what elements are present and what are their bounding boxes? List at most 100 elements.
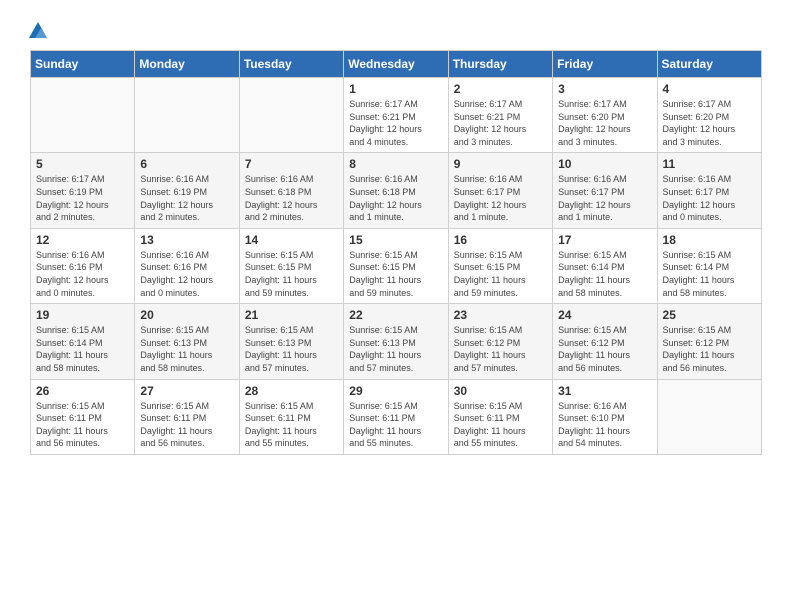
calendar-day-cell: 29Sunrise: 6:15 AM Sunset: 6:11 PM Dayli…: [344, 379, 448, 454]
day-info: Sunrise: 6:15 AM Sunset: 6:12 PM Dayligh…: [454, 324, 547, 374]
day-info: Sunrise: 6:16 AM Sunset: 6:17 PM Dayligh…: [663, 173, 756, 223]
day-number: 13: [140, 233, 233, 247]
day-number: 28: [245, 384, 338, 398]
calendar-day-cell: 4 Sunrise: 6:17 AM Sunset: 6:20 PM Daylig…: [657, 78, 761, 153]
calendar-week-row: 1 Sunrise: 6:17 AM Sunset: 6:21 PM Daylig…: [31, 78, 762, 153]
day-number: 27: [140, 384, 233, 398]
day-info: Sunrise: 6:16 AM Sunset: 6:16 PM Dayligh…: [140, 249, 233, 299]
day-number: 14: [245, 233, 338, 247]
day-number: 24: [558, 308, 651, 322]
day-number: 2: [454, 82, 547, 96]
day-info: Sunrise: 6:15 AM Sunset: 6:13 PM Dayligh…: [245, 324, 338, 374]
day-info: Sunrise: 6:16 AM Sunset: 6:18 PM Dayligh…: [349, 173, 442, 223]
day-number: 25: [663, 308, 756, 322]
day-info: Sunrise: 6:16 AM Sunset: 6:18 PM Dayligh…: [245, 173, 338, 223]
calendar-day-cell: 5 Sunrise: 6:17 AM Sunset: 6:19 PM Daylig…: [31, 153, 135, 228]
day-number: 31: [558, 384, 651, 398]
day-info: Sunrise: 6:16 AM Sunset: 6:10 PM Dayligh…: [558, 400, 651, 450]
day-number: 10: [558, 157, 651, 171]
day-number: 6: [140, 157, 233, 171]
day-number: 21: [245, 308, 338, 322]
calendar-day-cell: 19 Sunrise: 6:15 AM Sunset: 6:14 PM Dayli…: [31, 304, 135, 379]
calendar-day-cell: 30 Sunrise: 6:15 AM Sunset: 6:11 PM Dayli…: [448, 379, 552, 454]
day-info: Sunrise: 6:15 AM Sunset: 6:11 PM Dayligh…: [454, 400, 547, 450]
calendar-day-cell: 17 Sunrise: 6:15 AM Sunset: 6:14 PM Dayli…: [553, 228, 657, 303]
calendar-day-cell: 23Sunrise: 6:15 AM Sunset: 6:12 PM Dayli…: [448, 304, 552, 379]
day-info: Sunrise: 6:16 AM Sunset: 6:16 PM Dayligh…: [36, 249, 129, 299]
weekday-header-friday: Friday: [553, 51, 657, 78]
day-info: Sunrise: 6:15 AM Sunset: 6:12 PM Dayligh…: [558, 324, 651, 374]
calendar-day-cell: 16 Sunrise: 6:15 AM Sunset: 6:15 PM Dayli…: [448, 228, 552, 303]
logo-icon: [27, 20, 49, 42]
day-info: Sunrise: 6:15 AM Sunset: 6:15 PM Dayligh…: [349, 249, 442, 299]
day-number: 9: [454, 157, 547, 171]
day-number: 7: [245, 157, 338, 171]
day-number: 17: [558, 233, 651, 247]
calendar-day-cell: 7 Sunrise: 6:16 AM Sunset: 6:18 PM Daylig…: [239, 153, 343, 228]
day-info: Sunrise: 6:15 AM Sunset: 6:13 PM Dayligh…: [349, 324, 442, 374]
day-info: Sunrise: 6:17 AM Sunset: 6:21 PM Dayligh…: [349, 98, 442, 148]
calendar-day-cell: 2 Sunrise: 6:17 AM Sunset: 6:21 PM Daylig…: [448, 78, 552, 153]
day-number: 19: [36, 308, 129, 322]
calendar-day-cell: 11 Sunrise: 6:16 AM Sunset: 6:17 PM Dayli…: [657, 153, 761, 228]
calendar-day-cell: 13 Sunrise: 6:16 AM Sunset: 6:16 PM Dayli…: [135, 228, 239, 303]
day-number: 5: [36, 157, 129, 171]
calendar-table: SundayMondayTuesdayWednesdayThursdayFrid…: [30, 50, 762, 455]
calendar-day-cell: 15Sunrise: 6:15 AM Sunset: 6:15 PM Dayli…: [344, 228, 448, 303]
day-number: 3: [558, 82, 651, 96]
day-number: 20: [140, 308, 233, 322]
calendar-day-cell: 21 Sunrise: 6:15 AM Sunset: 6:13 PM Dayli…: [239, 304, 343, 379]
logo: [25, 20, 49, 42]
calendar-day-cell: 9 Sunrise: 6:16 AM Sunset: 6:17 PM Daylig…: [448, 153, 552, 228]
day-number: 30: [454, 384, 547, 398]
day-info: Sunrise: 6:17 AM Sunset: 6:20 PM Dayligh…: [663, 98, 756, 148]
day-number: 18: [663, 233, 756, 247]
day-info: Sunrise: 6:17 AM Sunset: 6:19 PM Dayligh…: [36, 173, 129, 223]
day-number: 4: [663, 82, 756, 96]
day-number: 11: [663, 157, 756, 171]
calendar-day-cell: 26Sunrise: 6:15 AM Sunset: 6:11 PM Dayli…: [31, 379, 135, 454]
weekday-header-sunday: Sunday: [31, 51, 135, 78]
day-info: Sunrise: 6:16 AM Sunset: 6:17 PM Dayligh…: [558, 173, 651, 223]
calendar-day-cell: 8 Sunrise: 6:16 AM Sunset: 6:18 PM Daylig…: [344, 153, 448, 228]
calendar-day-cell: 27 Sunrise: 6:15 AM Sunset: 6:11 PM Dayli…: [135, 379, 239, 454]
calendar-day-cell: 31 Sunrise: 6:16 AM Sunset: 6:10 PM Dayli…: [553, 379, 657, 454]
calendar-day-cell: 22Sunrise: 6:15 AM Sunset: 6:13 PM Dayli…: [344, 304, 448, 379]
calendar-day-cell: 20Sunrise: 6:15 AM Sunset: 6:13 PM Dayli…: [135, 304, 239, 379]
day-number: 12: [36, 233, 129, 247]
day-info: Sunrise: 6:15 AM Sunset: 6:14 PM Dayligh…: [36, 324, 129, 374]
day-info: Sunrise: 6:17 AM Sunset: 6:21 PM Dayligh…: [454, 98, 547, 148]
day-info: Sunrise: 6:16 AM Sunset: 6:17 PM Dayligh…: [454, 173, 547, 223]
calendar-day-cell: 28 Sunrise: 6:15 AM Sunset: 6:11 PM Dayli…: [239, 379, 343, 454]
weekday-header-tuesday: Tuesday: [239, 51, 343, 78]
calendar-day-cell: 3 Sunrise: 6:17 AM Sunset: 6:20 PM Daylig…: [553, 78, 657, 153]
calendar-day-cell: 14Sunrise: 6:15 AM Sunset: 6:15 PM Dayli…: [239, 228, 343, 303]
day-info: Sunrise: 6:15 AM Sunset: 6:11 PM Dayligh…: [245, 400, 338, 450]
day-info: Sunrise: 6:17 AM Sunset: 6:20 PM Dayligh…: [558, 98, 651, 148]
day-number: 29: [349, 384, 442, 398]
calendar-week-row: 26 Sunrise: 6:15 AM Sunset: 6:11 PM Dayli…: [31, 379, 762, 454]
weekday-header-monday: Monday: [135, 51, 239, 78]
page-header: [10, 10, 782, 50]
calendar-day-cell: [657, 379, 761, 454]
calendar-day-cell: 24 Sunrise: 6:15 AM Sunset: 6:12 PM Dayli…: [553, 304, 657, 379]
day-info: Sunrise: 6:15 AM Sunset: 6:15 PM Dayligh…: [454, 249, 547, 299]
calendar-week-row: 12 Sunrise: 6:16 AM Sunset: 6:16 PM Dayli…: [31, 228, 762, 303]
day-info: Sunrise: 6:15 AM Sunset: 6:14 PM Dayligh…: [558, 249, 651, 299]
day-info: Sunrise: 6:16 AM Sunset: 6:19 PM Dayligh…: [140, 173, 233, 223]
calendar-day-cell: 12 Sunrise: 6:16 AM Sunset: 6:16 PM Dayli…: [31, 228, 135, 303]
day-info: Sunrise: 6:15 AM Sunset: 6:11 PM Dayligh…: [140, 400, 233, 450]
weekday-header-saturday: Saturday: [657, 51, 761, 78]
calendar-day-cell: 6 Sunrise: 6:16 AM Sunset: 6:19 PM Daylig…: [135, 153, 239, 228]
calendar-day-cell: [31, 78, 135, 153]
day-number: 8: [349, 157, 442, 171]
calendar-day-cell: 18Sunrise: 6:15 AM Sunset: 6:14 PM Dayli…: [657, 228, 761, 303]
weekday-header-thursday: Thursday: [448, 51, 552, 78]
day-info: Sunrise: 6:15 AM Sunset: 6:12 PM Dayligh…: [663, 324, 756, 374]
calendar-day-cell: [239, 78, 343, 153]
weekday-header-row: SundayMondayTuesdayWednesdayThursdayFrid…: [31, 51, 762, 78]
day-number: 16: [454, 233, 547, 247]
day-number: 26: [36, 384, 129, 398]
calendar-week-row: 5 Sunrise: 6:17 AM Sunset: 6:19 PM Daylig…: [31, 153, 762, 228]
day-number: 1: [349, 82, 442, 96]
